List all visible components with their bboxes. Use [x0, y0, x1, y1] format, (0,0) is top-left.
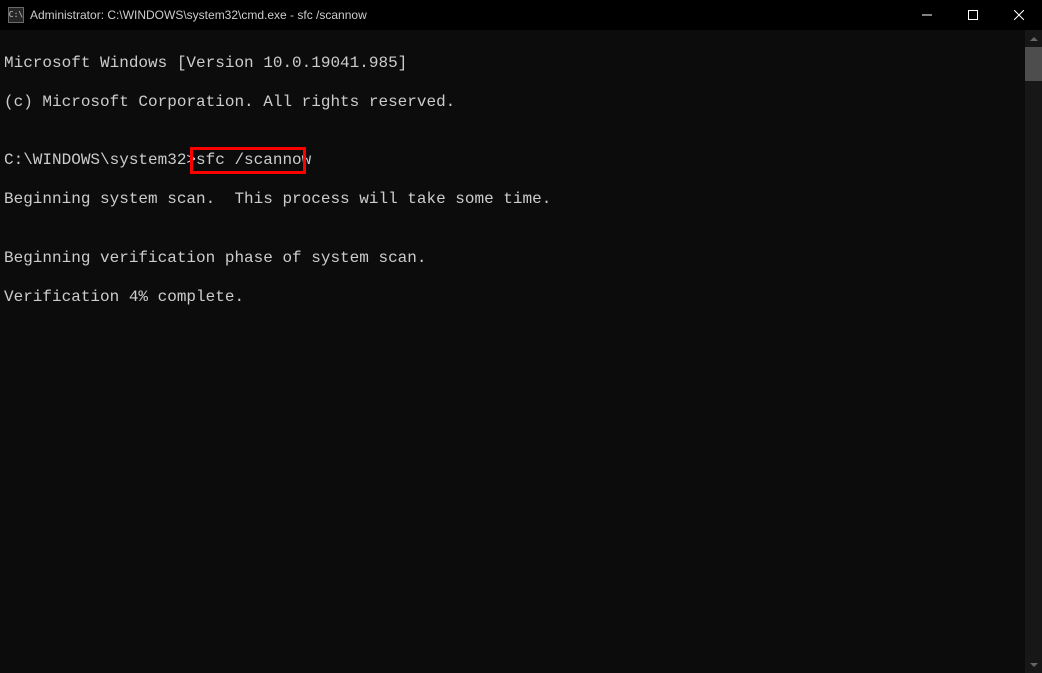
window-controls — [904, 0, 1042, 30]
chevron-up-icon — [1030, 37, 1038, 41]
output-line: Beginning verification phase of system s… — [4, 249, 1021, 269]
client-area: Microsoft Windows [Version 10.0.19041.98… — [0, 30, 1042, 673]
output-line: Beginning system scan. This process will… — [4, 190, 1021, 210]
cmd-window: C:\ Administrator: C:\WINDOWS\system32\c… — [0, 0, 1042, 673]
minimize-icon — [922, 10, 932, 20]
prompt-text: C:\WINDOWS\system32> — [4, 151, 196, 169]
minimize-button[interactable] — [904, 0, 950, 30]
cmd-icon: C:\ — [8, 7, 24, 23]
close-button[interactable] — [996, 0, 1042, 30]
command-text: sfc /scannow — [196, 151, 311, 169]
window-title: Administrator: C:\WINDOWS\system32\cmd.e… — [30, 8, 367, 22]
maximize-icon — [968, 10, 978, 20]
titlebar[interactable]: C:\ Administrator: C:\WINDOWS\system32\c… — [0, 0, 1042, 30]
output-line: (c) Microsoft Corporation. All rights re… — [4, 93, 1021, 113]
prompt-line: C:\WINDOWS\system32>sfc /scannow — [4, 151, 311, 171]
scroll-up-button[interactable] — [1025, 30, 1042, 47]
output-line: Verification 4% complete. — [4, 288, 1021, 308]
terminal-output[interactable]: Microsoft Windows [Version 10.0.19041.98… — [0, 30, 1025, 673]
output-line: Microsoft Windows [Version 10.0.19041.98… — [4, 54, 1021, 74]
maximize-button[interactable] — [950, 0, 996, 30]
chevron-down-icon — [1030, 663, 1038, 667]
scroll-down-button[interactable] — [1025, 656, 1042, 673]
close-icon — [1014, 10, 1024, 20]
scroll-thumb[interactable] — [1025, 47, 1042, 81]
vertical-scrollbar[interactable] — [1025, 30, 1042, 673]
